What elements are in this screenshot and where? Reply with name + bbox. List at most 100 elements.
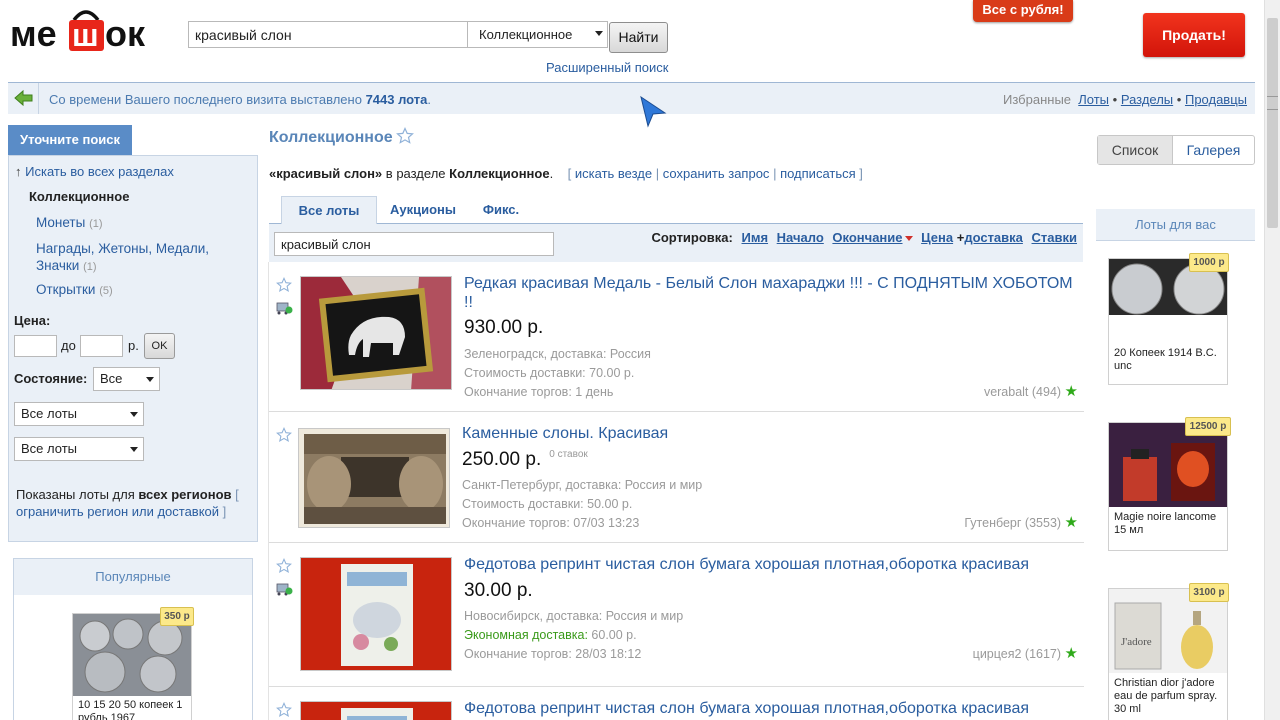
seller-info[interactable]: цирцея2 (1617) ★ — [973, 644, 1078, 662]
list-item: Каменные слоны. Красивая 250.00 р. 0 став… — [269, 412, 1084, 543]
page-title: Коллекционное — [269, 129, 393, 146]
lot-meta: Зеленоградск, доставка: Россия Стоимость… — [464, 347, 651, 399]
lot-thumbnail[interactable] — [298, 428, 450, 528]
query-summary: «красивый слон» в разделе Коллекционное.… — [269, 166, 863, 181]
chevron-down-icon — [130, 447, 138, 452]
coins-thumbnail — [73, 614, 191, 696]
promo-badge[interactable]: Все с рубля! — [973, 0, 1073, 22]
find-button[interactable]: Найти — [609, 22, 668, 53]
sort-delivery[interactable]: доставка — [964, 230, 1023, 245]
elephant-medal-image — [301, 277, 451, 389]
search-everywhere-link[interactable]: искать везде — [575, 166, 652, 181]
seller-info[interactable]: verabalt (494) ★ — [984, 382, 1078, 400]
list-item: Федотова репринт чистая слон бумага хоро… — [269, 687, 1084, 720]
star-outline-icon[interactable] — [276, 427, 292, 443]
new-lots-count: 7443 лота — [365, 92, 428, 107]
advanced-search-link[interactable]: Расширенный поиск — [546, 60, 668, 75]
meshok-logo[interactable]: ме ш ок — [8, 6, 174, 58]
popular-item[interactable]: 350 р 10 15 20 50 копеек 1 рубль 1967 — [72, 607, 194, 720]
chevron-down-icon — [146, 377, 154, 382]
cart-add-icon[interactable] — [276, 300, 293, 315]
star-outline-icon[interactable] — [276, 277, 292, 293]
refine-search-tab[interactable]: Уточните поиск — [8, 125, 132, 155]
limit-region-link[interactable]: ограничить регион или доставкой — [16, 504, 219, 519]
price-ok-button[interactable]: OK — [144, 333, 175, 359]
search-all-sections[interactable]: ↑ Искать во всех разделах — [15, 164, 174, 179]
sort-start[interactable]: Начало — [777, 230, 824, 245]
recommended-item[interactable]: J'adore 3100 р Christian dior j'adore ea… — [1108, 583, 1229, 720]
sort-price[interactable]: Цена — [921, 230, 953, 245]
recommended-item-caption: Magie noire lancome 15 мл — [1114, 511, 1217, 536]
page-scrollbar[interactable] — [1264, 0, 1280, 720]
lot-thumbnail[interactable] — [300, 701, 452, 720]
popular-panel: Популярные 350 р 10 15 20 50 копеек 1 ру… — [13, 558, 253, 720]
page: ме ш ок красивый слон Коллекционное Найт… — [0, 0, 1280, 720]
sort-end[interactable]: Окончание — [832, 230, 902, 245]
lot-price: 250.00 р. 0 ставок — [462, 449, 588, 470]
subcat-postcards[interactable]: Открытки (5) — [36, 282, 113, 297]
lot-meta: Санкт-Петербург, доставка: Россия и мир … — [462, 478, 703, 530]
subcat-coins[interactable]: Монеты (1) — [36, 215, 103, 230]
visit-message: Со времени Вашего последнего визита выст… — [49, 92, 432, 107]
fav-sellers-link[interactable]: Продавцы — [1185, 92, 1247, 107]
star-outline-icon[interactable] — [276, 702, 292, 718]
tab-fixed[interactable]: Фикс. — [469, 196, 533, 224]
lot-thumbnail[interactable] — [300, 557, 452, 671]
rating-star-icon: ★ — [1064, 383, 1078, 400]
sort-bids[interactable]: Ставки — [1032, 230, 1077, 245]
tab-all-lots[interactable]: Все лоты — [281, 196, 377, 224]
lots-filter-select-2[interactable]: Все лоты — [14, 437, 144, 461]
lot-title-link[interactable]: Федотова репринт чистая слон бумага хоро… — [464, 699, 1079, 718]
scrollbar-thumb[interactable] — [1267, 18, 1278, 228]
chevron-down-icon — [130, 412, 138, 417]
subcat-awards[interactable]: Награды, Жетоны, Медали, Значки (1) — [36, 240, 209, 276]
condition-select[interactable]: Все — [93, 367, 160, 391]
lot-thumbnail[interactable] — [300, 276, 452, 390]
region-info: Показаны лоты для всех регионов [ ограни… — [16, 487, 239, 519]
back-button[interactable] — [8, 83, 39, 114]
star-outline-icon[interactable] — [396, 127, 414, 145]
rating-star-icon: ★ — [1064, 514, 1078, 531]
sell-button[interactable]: Продать! — [1143, 13, 1245, 57]
bids-count: 0 ставок — [549, 449, 588, 460]
favorites-links: Избранные Лоты • Разделы • Продавцы — [1003, 92, 1247, 107]
price-tag: 12500 р — [1185, 417, 1231, 436]
seller-info[interactable]: Гутенберг (3553) ★ — [964, 513, 1078, 531]
price-tag: 350 р — [160, 607, 194, 626]
price-to-label: до — [61, 338, 76, 353]
lot-title-link[interactable]: Редкая красивая Медаль - Белый Слон маха… — [464, 274, 1079, 312]
rating-star-icon: ★ — [1064, 645, 1078, 662]
sort-name[interactable]: Имя — [742, 230, 769, 245]
svg-text:ме: ме — [10, 13, 57, 54]
lot-price: 930.00 р. — [464, 317, 544, 338]
category-select[interactable]: Коллекционное — [468, 21, 608, 48]
category-select-value: Коллекционное — [479, 27, 573, 42]
fav-lots-link[interactable]: Лоты — [1078, 92, 1109, 107]
lot-title-link[interactable]: Федотова репринт чистая слон бумага хоро… — [464, 555, 1079, 574]
arrow-left-icon — [14, 89, 33, 107]
lot-title-link[interactable]: Каменные слоны. Красивая — [462, 424, 1077, 443]
postcard-image — [301, 702, 451, 720]
view-list-button[interactable]: Список — [1098, 136, 1173, 164]
search-input[interactable]: красивый слон — [188, 21, 468, 48]
tab-auctions[interactable]: Аукционы — [381, 196, 465, 224]
subscribe-link[interactable]: подписаться — [780, 166, 856, 181]
popular-title: Популярные — [14, 559, 252, 595]
filter-input[interactable]: красивый слон — [274, 232, 554, 256]
cart-add-icon[interactable] — [276, 581, 293, 596]
star-outline-icon[interactable] — [276, 558, 292, 574]
price-from-input[interactable] — [14, 335, 57, 357]
fav-sections-link[interactable]: Разделы — [1121, 92, 1173, 107]
filter-bar: красивый слон Сортировка: Имя Начало Око… — [269, 224, 1083, 262]
lot-list: Редкая красивая Медаль - Белый Слон маха… — [268, 262, 1084, 720]
mouse-cursor-icon — [640, 95, 667, 128]
postcard-image — [301, 558, 451, 670]
save-query-link[interactable]: сохранить запрос — [663, 166, 770, 181]
recommended-item[interactable]: 12500 р Magie noire lancome 15 мл — [1108, 417, 1231, 551]
lots-filter-select-1[interactable]: Все лоты — [14, 402, 144, 426]
svg-text:ок: ок — [105, 13, 146, 54]
view-gallery-button[interactable]: Галерея — [1173, 136, 1254, 164]
arrow-up-icon: ↑ — [15, 164, 22, 179]
recommended-item[interactable]: 1000 р 20 Копеек 1914 B.C. unc — [1108, 253, 1229, 385]
price-to-input[interactable] — [80, 335, 123, 357]
